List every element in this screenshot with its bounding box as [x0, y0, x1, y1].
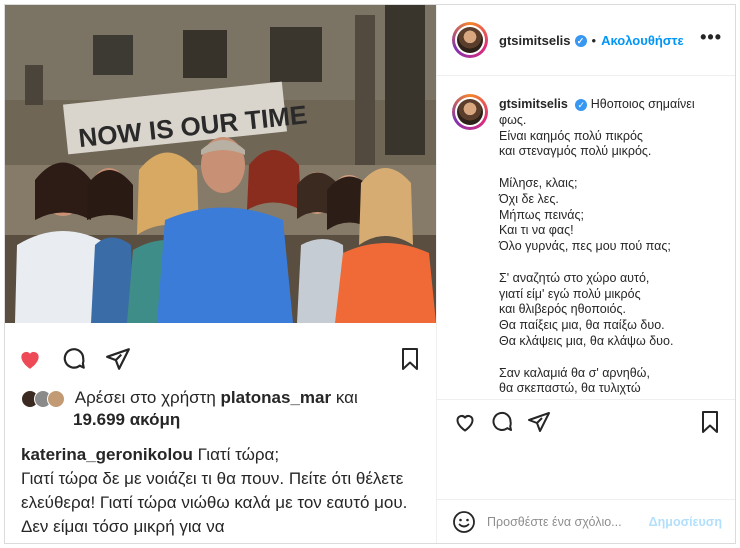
liked-heart-icon[interactable] — [17, 346, 43, 372]
avatar-photo-icon — [457, 27, 483, 53]
liker-avatars[interactable] — [21, 389, 65, 408]
liker-avatar — [47, 389, 65, 408]
post-photo[interactable]: NOW IS OUR TIME — [5, 5, 436, 323]
caption-line: θα σκεπαστώ, θα τυλιχτώ — [499, 381, 641, 396]
caption-line: Θα παίξεις μια, θα παίξω δυο. — [499, 318, 665, 333]
caption-line: Σαν καλαμιά θα σ' αρνηθώ, — [499, 365, 650, 380]
post-comment-button[interactable]: Δημοσίευση — [649, 515, 722, 529]
comment-icon[interactable] — [490, 410, 514, 434]
caption-line: Είναι καημός πολύ πικρός — [499, 128, 643, 143]
caption-author-username[interactable]: gtsimitselis — [499, 97, 568, 111]
emoji-smiley-icon[interactable] — [452, 510, 476, 534]
caption-username[interactable]: katerina_geronikolou — [21, 445, 193, 464]
header-user-line: gtsimitselis ✓ • Ακολουθήστε — [499, 33, 684, 48]
caption-first-line: Ηθοποιος σημαίνει — [590, 97, 695, 111]
caption-line: και θλιβερός ηθοποιός. — [499, 302, 626, 317]
comment-icon[interactable] — [61, 346, 87, 372]
left-interaction-panel: Αρέσει στο χρήστη platonas_mar και 19.69… — [5, 323, 436, 543]
header-separator: • — [591, 33, 597, 48]
verified-badge-icon: ✓ — [575, 99, 588, 111]
more-options-icon[interactable]: ••• — [700, 27, 722, 48]
caption-line: και στεναγμός πολύ μικρός. — [499, 144, 652, 159]
likes-others-count[interactable]: 19.699 ακόμη — [21, 409, 421, 431]
photo-cast-image: NOW IS OUR TIME — [5, 5, 436, 323]
share-icon[interactable] — [105, 346, 131, 372]
caption-line: γιατί είμ' εγώ πολύ μικρός — [499, 286, 641, 301]
right-action-bar — [437, 399, 735, 443]
avatar-photo-icon — [457, 99, 483, 125]
comment-input[interactable]: Προσθέστε ένα σχόλιο... — [487, 515, 622, 529]
instagram-post: NOW IS OUR TIME Αρέσει στο χρήστη platon… — [4, 4, 736, 544]
share-icon[interactable] — [527, 410, 551, 434]
header-username[interactable]: gtsimitselis — [499, 33, 571, 48]
liked-by-prefix: Αρέσει στο χρήστη — [74, 388, 216, 407]
caption-line: φως. — [499, 112, 527, 127]
post-header: gtsimitselis ✓ • Ακολουθήστε ••• — [437, 5, 735, 76]
liked-by-summary: Αρέσει στο χρήστη platonas_mar και 19.69… — [21, 387, 421, 431]
add-comment-bar: Προσθέστε ένα σχόλιο... Δημοσίευση — [437, 499, 735, 543]
left-caption: katerina_geronikolou Γιατί τώρα; Γιατί τ… — [21, 443, 426, 539]
comments-area: gtsimitselis ✓ Ηθοποιος σημαίνει φως. Εί… — [437, 76, 735, 398]
caption-line: Μήπως πεινάς; — [499, 207, 585, 222]
caption-first: Γιατί τώρα; — [197, 445, 280, 464]
bookmark-icon[interactable] — [398, 347, 422, 371]
like-heart-icon[interactable] — [453, 410, 477, 434]
comment-author-avatar[interactable] — [452, 94, 488, 130]
right-column: gtsimitselis ✓ • Ακολουθήστε ••• gtsimit… — [436, 5, 735, 543]
caption-body: Γιατί τώρα δε με νοιάζει τι θα πουν. Πεί… — [21, 469, 408, 536]
caption-line: Μίλησε, κλαις; — [499, 175, 578, 190]
liked-by-user[interactable]: platonas_mar — [221, 388, 332, 407]
caption-line: Θα κλάψεις μια, θα κλάψω δυο. — [499, 333, 674, 348]
left-action-bar — [17, 345, 131, 373]
author-avatar[interactable] — [452, 22, 488, 58]
caption-line: Σ' αναζητώ στο χώρο αυτό, — [499, 270, 650, 285]
author-caption: gtsimitselis ✓ Ηθοποιος σημαίνει φως. Εί… — [499, 97, 724, 397]
caption-line: Όχι δε λες. — [499, 191, 559, 206]
liked-by-and: και — [335, 388, 358, 407]
verified-badge-icon: ✓ — [574, 34, 587, 47]
caption-line: Και τι να φας! — [499, 223, 574, 238]
follow-button[interactable]: Ακολουθήστε — [601, 33, 684, 48]
caption-line: Όλο γυρνάς, πες μου πού πας; — [499, 239, 671, 254]
bookmark-icon[interactable] — [698, 410, 722, 434]
